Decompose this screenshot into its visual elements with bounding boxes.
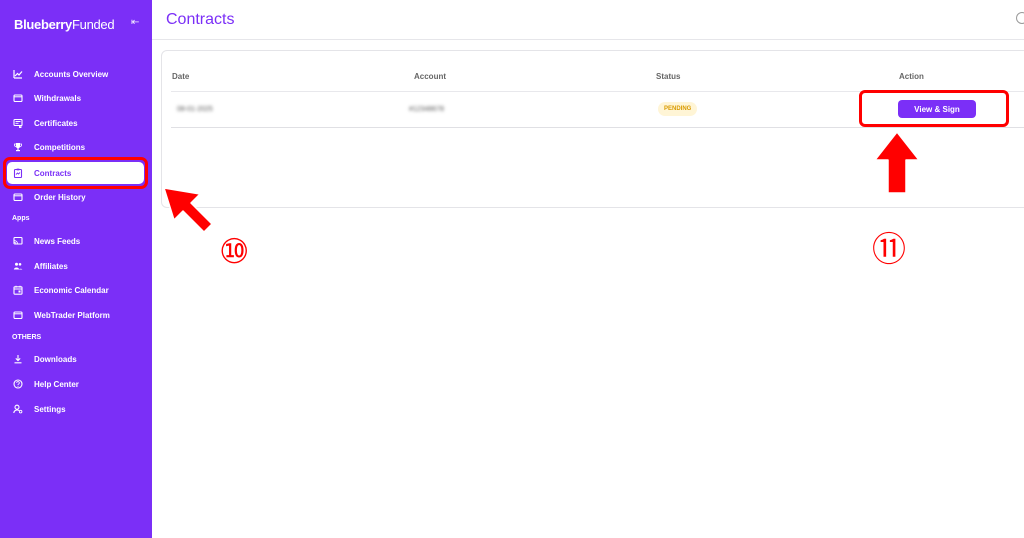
cell-date: 08-01-2025 xyxy=(177,106,213,113)
sidebar-item-label: News Feeds xyxy=(34,236,81,246)
column-header-date: Date xyxy=(172,72,190,81)
sidebar-item-label: Settings xyxy=(34,404,66,414)
sidebar-item-label: Downloads xyxy=(34,354,77,364)
sidebar-item-label: Affiliates xyxy=(34,261,68,271)
cell-account: #12348678 xyxy=(409,106,445,113)
status-badge: PENDING xyxy=(658,102,698,116)
sidebar-item-certificates[interactable]: Certificates xyxy=(0,113,152,133)
sidebar-item-help-center[interactable]: Help Center xyxy=(0,374,152,394)
column-header-account: Account xyxy=(414,72,446,81)
download-icon xyxy=(12,353,24,365)
sidebar-item-order-history[interactable]: Order History xyxy=(0,187,152,207)
certificate-icon xyxy=(12,117,24,129)
step-number-11: ⑪ xyxy=(872,230,906,270)
sidebar-item-label: Certificates xyxy=(34,118,78,128)
section-label-others: OTHERS xyxy=(12,334,42,341)
red-arrow-icon xyxy=(163,187,213,233)
folder-icon xyxy=(12,191,24,203)
section-label-apps: Apps xyxy=(12,215,30,222)
step-number-10: ⑩ xyxy=(219,232,250,272)
sidebar-item-withdrawals[interactable]: Withdrawals xyxy=(0,88,152,108)
sidebar-item-settings[interactable]: Settings xyxy=(0,399,152,419)
sidebar-item-webtrader-platform[interactable]: WebTrader Platform xyxy=(0,305,152,325)
trophy-icon xyxy=(12,141,24,153)
collapse-sidebar-icon[interactable]: ⇤ xyxy=(131,17,139,28)
column-header-status: Status xyxy=(656,72,681,81)
red-arrow-up-icon xyxy=(874,131,920,194)
sidebar-item-accounts-overview[interactable]: Accounts Overview xyxy=(0,64,152,84)
header-search-icon[interactable] xyxy=(1016,12,1024,24)
brand-name-bold: Blueberry xyxy=(14,17,72,32)
sidebar-item-downloads[interactable]: Downloads xyxy=(0,349,152,369)
people-icon xyxy=(12,260,24,272)
brand-name-light: Funded xyxy=(72,17,115,32)
chart-line-icon xyxy=(12,68,24,80)
sidebar-item-economic-calendar[interactable]: Economic Calendar xyxy=(0,280,152,300)
page-title: Contracts xyxy=(166,11,235,28)
help-icon xyxy=(12,378,24,390)
folder-icon xyxy=(12,92,24,104)
brand-logo[interactable]: BlueberryFunded xyxy=(14,17,115,32)
sidebar-item-label: Accounts Overview xyxy=(34,69,109,79)
highlight-box-contracts xyxy=(3,157,148,189)
cast-icon xyxy=(12,235,24,247)
sidebar-item-label: Economic Calendar xyxy=(34,285,109,295)
folder-icon xyxy=(12,309,24,321)
row-divider xyxy=(171,127,1024,128)
calendar-icon xyxy=(12,284,24,296)
sidebar-item-affiliates[interactable]: Affiliates xyxy=(0,256,152,276)
highlight-box-view-sign xyxy=(859,90,1009,127)
sidebar-item-label: Help Center xyxy=(34,379,79,389)
sidebar-item-label: Withdrawals xyxy=(34,93,82,103)
sidebar: BlueberryFunded ⇤ Accounts Overview With… xyxy=(0,0,152,538)
column-header-action: Action xyxy=(899,72,924,81)
sidebar-item-label: Competitions xyxy=(34,142,86,152)
sidebar-item-news-feeds[interactable]: News Feeds xyxy=(0,231,152,251)
page-header: Contracts xyxy=(152,0,1024,40)
sidebar-item-competitions[interactable]: Competitions xyxy=(0,137,152,157)
sidebar-item-label: Order History xyxy=(34,192,86,202)
settings-icon xyxy=(12,403,24,415)
sidebar-item-label: WebTrader Platform xyxy=(34,310,110,320)
